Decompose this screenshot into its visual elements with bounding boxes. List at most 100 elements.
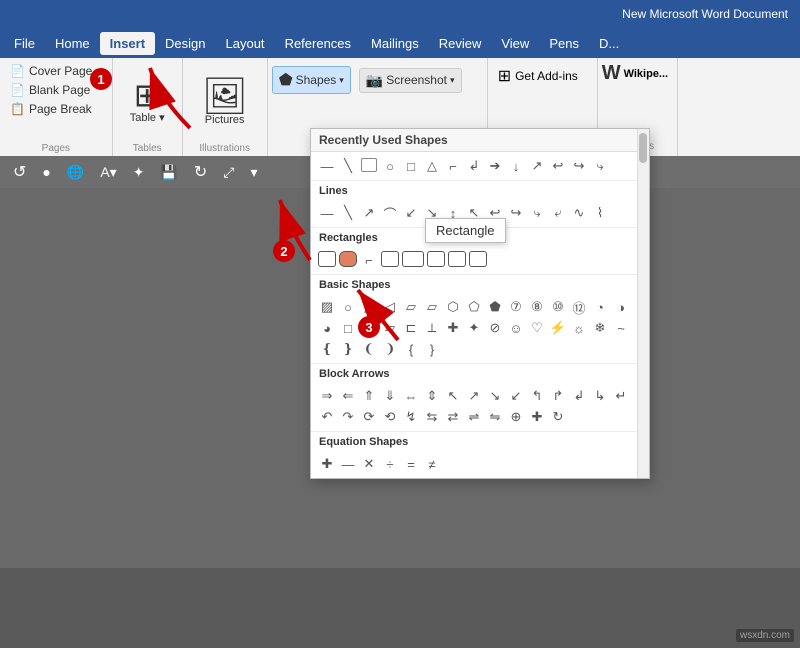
shape-cell[interactable]: { [401,339,421,359]
menu-file[interactable]: File [4,32,45,55]
shape-cell[interactable]: ↯ [401,407,421,427]
shape-cell[interactable]: ✚ [443,318,463,338]
shape-cell[interactable]: ⇆ [422,407,442,427]
shape-cell[interactable]: ⇔ [401,386,421,406]
shape-cell[interactable]: ↗ [527,156,547,176]
shape-cell[interactable]: ○ [380,156,400,176]
shape-cell[interactable]: ↲ [464,156,484,176]
shape-cell[interactable]: ⑦ [506,297,526,317]
shape-cell[interactable]: ╲ [338,156,358,176]
shape-cell[interactable]: ➔ [485,156,505,176]
shape-cell[interactable]: ⬡ [443,297,463,317]
circle-icon[interactable]: ● [37,162,55,182]
menu-mailings[interactable]: Mailings [361,32,429,55]
shape-cell[interactable]: ⊘ [485,318,505,338]
shape-cell[interactable]: ◔ [590,297,610,317]
shape-cell[interactable]: ↗ [359,203,379,223]
shape-rect-rounded[interactable] [340,252,356,266]
shape-cell[interactable]: ⬠ [464,297,484,317]
shape-cell[interactable]: ♡ [527,318,547,338]
shape-cell[interactable]: ⌐ [443,156,463,176]
shape-cell[interactable]: ⇒ [317,386,337,406]
shape-cell[interactable]: ↩ [548,156,568,176]
menu-design[interactable]: Design [155,32,215,55]
shape-cell[interactable]: ⑫ [569,297,589,317]
shape-rect2[interactable] [382,252,398,266]
more-qt-icon[interactable]: ▾ [245,162,262,183]
shape-cell[interactable]: ↘ [485,386,505,406]
shape-cell[interactable]: ↙ [506,386,526,406]
text-icon[interactable]: A▾ [95,162,121,183]
shape-cell[interactable]: ◑ [611,297,631,317]
shape-cell[interactable]: ⇐ [338,386,358,406]
shape-cell[interactable]: ↳ [590,386,610,406]
shape-rect3[interactable] [403,252,423,266]
shape-rect6[interactable] [470,252,486,266]
shape-cell[interactable]: ⇕ [422,386,442,406]
shape-cell[interactable]: ⚡ [548,318,568,338]
shape-cell[interactable]: ▱ [422,297,442,317]
shape-rect5[interactable] [449,252,465,266]
menu-more[interactable]: D... [589,32,629,55]
shape-cell[interactable]: ❵ [338,339,358,359]
menu-layout[interactable]: Layout [216,32,275,55]
undo-icon[interactable]: ↺ [8,160,31,184]
shape-cell[interactable]: ≠ [422,454,442,474]
shape-cell[interactable]: } [422,339,442,359]
shape-rect-snip[interactable]: ⌐ [359,250,379,270]
shape-cell[interactable]: ↙ [401,203,421,223]
shape-cell[interactable]: ⤶ [548,203,568,223]
menu-review[interactable]: Review [429,32,492,55]
shape-cell[interactable]: ⌒ [380,203,400,223]
shape-cell[interactable]: ✚ [527,407,547,427]
shape-cell[interactable]: ⤷ [527,203,547,223]
get-addins-button[interactable]: ⊞ Get Add-ins [494,62,591,90]
dropdown-scrollbar[interactable] [637,129,649,478]
globe-icon[interactable]: 🌐 [62,162,89,183]
shape-cell[interactable]: ↪ [569,156,589,176]
star-icon[interactable]: ✦ [128,162,150,183]
shape-cell[interactable]: ↵ [611,386,631,406]
shape-cell[interactable]: ⌇ [590,203,610,223]
shape-cell[interactable]: ✦ [464,318,484,338]
save-icon[interactable]: 💾 [155,162,182,183]
shape-cell[interactable]: ↷ [338,407,358,427]
shape-cell[interactable]: ↱ [548,386,568,406]
scrollbar-thumb[interactable] [639,133,647,163]
shape-cell[interactable]: ✕ [359,454,379,474]
shape-cell[interactable]: ⇋ [485,407,505,427]
pictures-button[interactable]: 🖼 Pictures [194,74,256,130]
shape-rect[interactable] [319,252,335,266]
shape-cell[interactable]: ↗ [464,386,484,406]
shape-cell[interactable]: ❩ [380,339,400,359]
shape-cell[interactable]: ⊕ [506,407,526,427]
shape-cell[interactable]: ⑧ [527,297,547,317]
shape-cell[interactable]: ~ [611,318,631,338]
shape-cell[interactable]: ↖ [443,386,463,406]
shape-cell[interactable]: — [317,203,337,223]
shape-cell[interactable]: ↰ [527,386,547,406]
menu-view[interactable]: View [491,32,539,55]
shape-cell[interactable]: ↻ [548,407,568,427]
shape-cell[interactable]: ◁ [380,297,400,317]
shape-cell[interactable]: ∿ [569,203,589,223]
wikipedia-button[interactable]: W Wikipe... [602,62,673,85]
shape-cell[interactable]: △ [359,297,379,317]
shape-cell[interactable]: ☺ [506,318,526,338]
shape-cell[interactable]: ↶ [317,407,337,427]
shape-cell[interactable]: ▨ [317,297,337,317]
shape-cell[interactable]: □ [401,156,421,176]
menu-references[interactable]: References [275,32,361,55]
shape-cell[interactable]: △ [422,156,442,176]
shape-cell[interactable]: ⑩ [548,297,568,317]
shape-cell[interactable]: ❄ [590,318,610,338]
shape-cell[interactable]: — [338,454,358,474]
page-break-button[interactable]: 📋 Page Break [6,100,106,118]
shape-cell[interactable]: ⇌ [464,407,484,427]
table-button[interactable]: ⊞ Table ▾ [122,75,173,128]
redo-icon[interactable]: ↻ [189,160,212,184]
screenshot-button[interactable]: 📷 Screenshot ▾ [359,68,462,93]
shape-cell[interactable]: ⟂ [422,318,442,338]
shape-cell[interactable]: □ [338,318,358,338]
shape-cell[interactable]: ⇓ [380,386,400,406]
